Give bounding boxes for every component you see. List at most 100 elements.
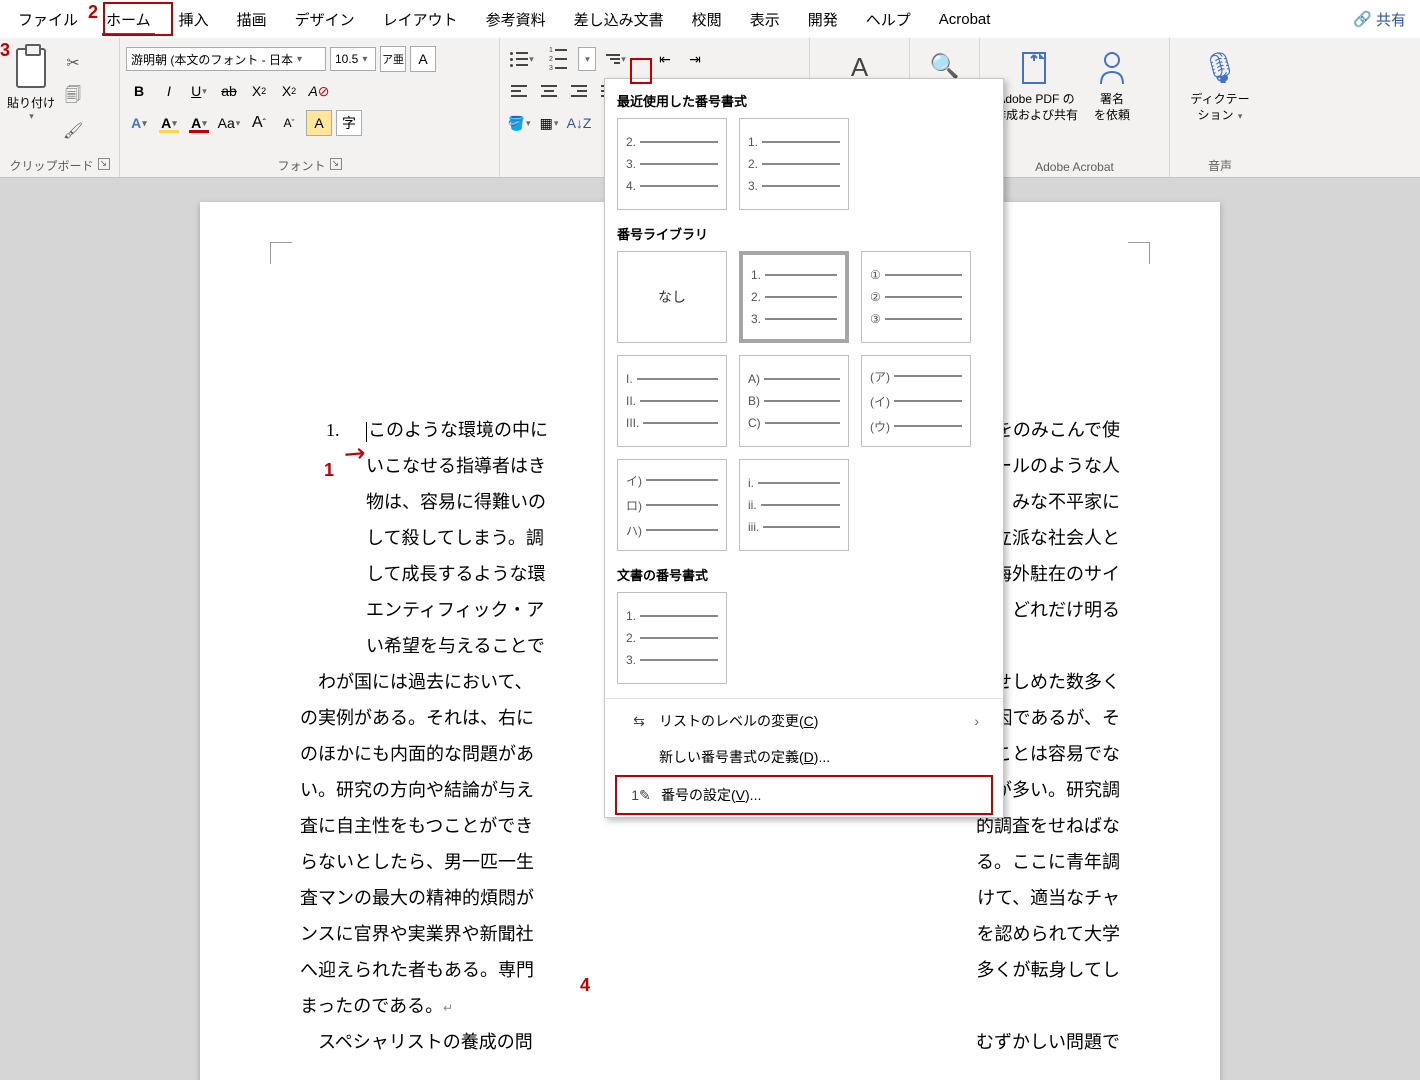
sort-button[interactable]: A↓Z	[566, 110, 592, 136]
dictate-label-1: ディクテー	[1190, 92, 1249, 106]
dialog-launcher-icon[interactable]	[98, 158, 110, 170]
share-button[interactable]: 🔗 共有	[1343, 3, 1416, 36]
group-adobe: Adobe PDF の作成および共有 署名を依頼 Adobe Acrobat	[980, 38, 1170, 177]
annotation-box-2	[103, 2, 173, 36]
share-label: 共有	[1376, 9, 1406, 30]
text-effects-button[interactable]: A▾	[126, 110, 152, 136]
text-cursor	[366, 422, 367, 442]
format-none[interactable]: なし	[617, 251, 727, 343]
annotation-4: 4	[580, 975, 590, 996]
font-name-value: 游明朝 (本文のフォント - 日本	[131, 51, 293, 68]
menu-change-level[interactable]: ⇆ リストのレベルの変更(C) ›	[615, 703, 993, 739]
menu-acrobat[interactable]: Acrobat	[925, 3, 1005, 36]
clear-format-button[interactable]: A⊘	[306, 78, 332, 104]
doc-format-1[interactable]: 1. 2. 3.	[617, 592, 727, 684]
recent-formats-title: 最近使用した番号書式	[615, 87, 993, 116]
shrink-font-button[interactable]: Aˇ	[276, 110, 302, 136]
sign-label-2: を依頼	[1094, 108, 1130, 122]
recent-format-2[interactable]: 1. 2. 3.	[739, 118, 849, 210]
menu-mailings[interactable]: 差し込み文書	[560, 1, 678, 38]
sign-button[interactable]: 署名を依頼	[1086, 42, 1138, 142]
menu-review[interactable]: 校閲	[678, 1, 736, 38]
menu-view[interactable]: 表示	[736, 1, 794, 38]
italic-button[interactable]: I	[156, 78, 182, 104]
format-katakana-paren[interactable]: (ア) (イ) (ウ)	[861, 355, 971, 447]
format-painter-button[interactable]: 🖌	[60, 118, 86, 144]
format-123[interactable]: 1. 2. 3.	[739, 251, 849, 343]
format-circled[interactable]: ① ② ③	[861, 251, 971, 343]
clipboard-icon	[16, 48, 46, 88]
menu-define-format[interactable]: 新しい番号書式の定義(D)...	[615, 739, 993, 775]
annotation-box-3	[630, 58, 652, 84]
font-color-button[interactable]: A▾	[186, 110, 212, 136]
align-left-button[interactable]	[506, 78, 532, 104]
grow-font-button[interactable]: Aˆ	[246, 110, 272, 136]
align-right-button[interactable]	[566, 78, 592, 104]
number-edit-icon: 1✎	[631, 787, 651, 804]
chevron-right-icon: ›	[974, 713, 979, 729]
format-alpha-paren[interactable]: A) B) C)	[739, 355, 849, 447]
chevron-down-icon: ▾	[29, 111, 34, 122]
sign-label-1: 署名	[1100, 92, 1124, 106]
multilevel-list-button[interactable]: ▾	[600, 47, 632, 71]
menu-file[interactable]: ファイル	[4, 1, 92, 38]
enclose-char-button[interactable]: A	[410, 46, 436, 72]
annotation-2: 2	[88, 2, 98, 23]
subscript-button[interactable]: X2	[246, 78, 272, 104]
underline-button[interactable]: U▾	[186, 78, 212, 104]
library-title: 番号ライブラリ	[615, 220, 993, 249]
menu-set-number[interactable]: 1✎ 番号の設定(V)...	[615, 775, 993, 815]
highlight-button[interactable]: A▾	[156, 110, 182, 136]
format-roman-upper[interactable]: I. II. III.	[617, 355, 727, 447]
font-group-label: フォント	[126, 154, 493, 177]
mic-icon: 🎙	[1201, 48, 1239, 88]
dialog-launcher-icon[interactable]	[330, 158, 342, 170]
superscript-button[interactable]: X2	[276, 78, 302, 104]
menu-insert[interactable]: 挿入	[165, 1, 223, 38]
numbered-list-button[interactable]: 123	[542, 47, 574, 71]
numbered-list-dropdown-button[interactable]: ▾	[578, 47, 596, 71]
search-icon[interactable]: 🔍	[930, 52, 960, 81]
align-center-button[interactable]	[536, 78, 562, 104]
group-clipboard: 貼り付け ▾ ✂ 🗐 🖌 クリップボード	[0, 38, 120, 177]
format-iroha[interactable]: イ) ロ) ハ)	[617, 459, 727, 551]
crop-mark-icon	[1128, 242, 1150, 264]
numbering-dropdown-panel: 最近使用した番号書式 2. 3. 4. 1. 2. 3. 番号ライブラリ なし …	[604, 78, 1004, 818]
crop-mark-icon	[270, 242, 292, 264]
dictate-label-2: ション	[1198, 108, 1234, 122]
phonetic-guide-button[interactable]: ア亜	[380, 46, 406, 72]
format-roman-lower[interactable]: i. ii. iii.	[739, 459, 849, 551]
clipboard-group-label: クリップボード	[6, 154, 113, 177]
strikethrough-button[interactable]: ab	[216, 78, 242, 104]
annotation-3: 3	[0, 40, 10, 61]
menu-bar: ファイル ホーム 挿入 描画 デザイン レイアウト 参考資料 差し込み文書 校閲…	[0, 0, 1420, 38]
indent-icon: ⇆	[629, 713, 649, 730]
bullet-list-button[interactable]: ▾	[506, 47, 538, 71]
font-name-dropdown[interactable]: 游明朝 (本文のフォント - 日本▾	[126, 47, 326, 71]
menu-draw[interactable]: 描画	[223, 1, 281, 38]
menu-layout[interactable]: レイアウト	[369, 1, 472, 38]
share-icon: 🔗	[1353, 10, 1372, 28]
increase-indent-button[interactable]: ⇥	[682, 46, 708, 72]
copy-button[interactable]: 🗐	[60, 84, 86, 110]
decrease-indent-button[interactable]: ⇤	[652, 46, 678, 72]
char-shading-button[interactable]: A	[306, 110, 332, 136]
paste-button[interactable]: 貼り付け ▾	[6, 42, 56, 122]
enclose-button[interactable]: 字	[336, 110, 362, 136]
borders-button[interactable]: ▦▾	[536, 110, 562, 136]
dictate-button[interactable]: 🎙 ディクテーション ▾	[1176, 42, 1264, 142]
shading-button[interactable]: 🪣▾	[506, 110, 532, 136]
recent-format-1[interactable]: 2. 3. 4.	[617, 118, 727, 210]
change-case-button[interactable]: Aa▾	[216, 110, 242, 136]
bold-button[interactable]: B	[126, 78, 152, 104]
menu-developer[interactable]: 開発	[794, 1, 852, 38]
font-size-dropdown[interactable]: 10.5▾	[330, 47, 376, 71]
menu-help[interactable]: ヘルプ	[852, 1, 925, 38]
group-font: 游明朝 (本文のフォント - 日本▾ 10.5▾ ア亜 A B I U▾ ab …	[120, 38, 500, 177]
menu-design[interactable]: デザイン	[281, 1, 369, 38]
cut-button[interactable]: ✂	[60, 50, 86, 76]
font-size-value: 10.5	[335, 52, 358, 66]
menu-references[interactable]: 参考資料	[472, 1, 560, 38]
paste-label: 貼り付け	[7, 94, 55, 111]
doc-formats-title: 文書の番号書式	[615, 561, 993, 590]
